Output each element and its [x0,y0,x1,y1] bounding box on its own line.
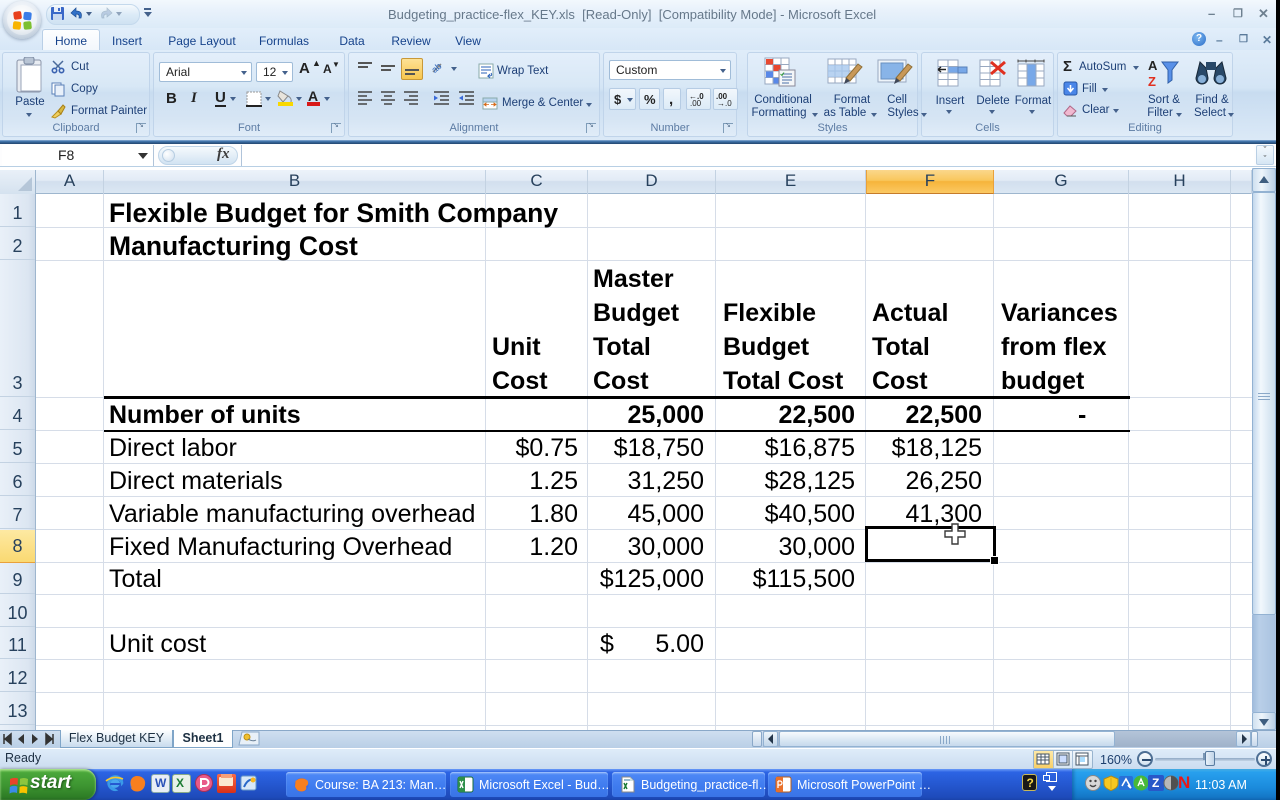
svg-text:ab: ab [429,61,443,75]
svg-text:A: A [1148,58,1158,73]
svg-text:Z: Z [1148,74,1156,89]
svg-text:.00: .00 [690,99,702,108]
svg-text:→.0: →.0 [717,99,732,108]
